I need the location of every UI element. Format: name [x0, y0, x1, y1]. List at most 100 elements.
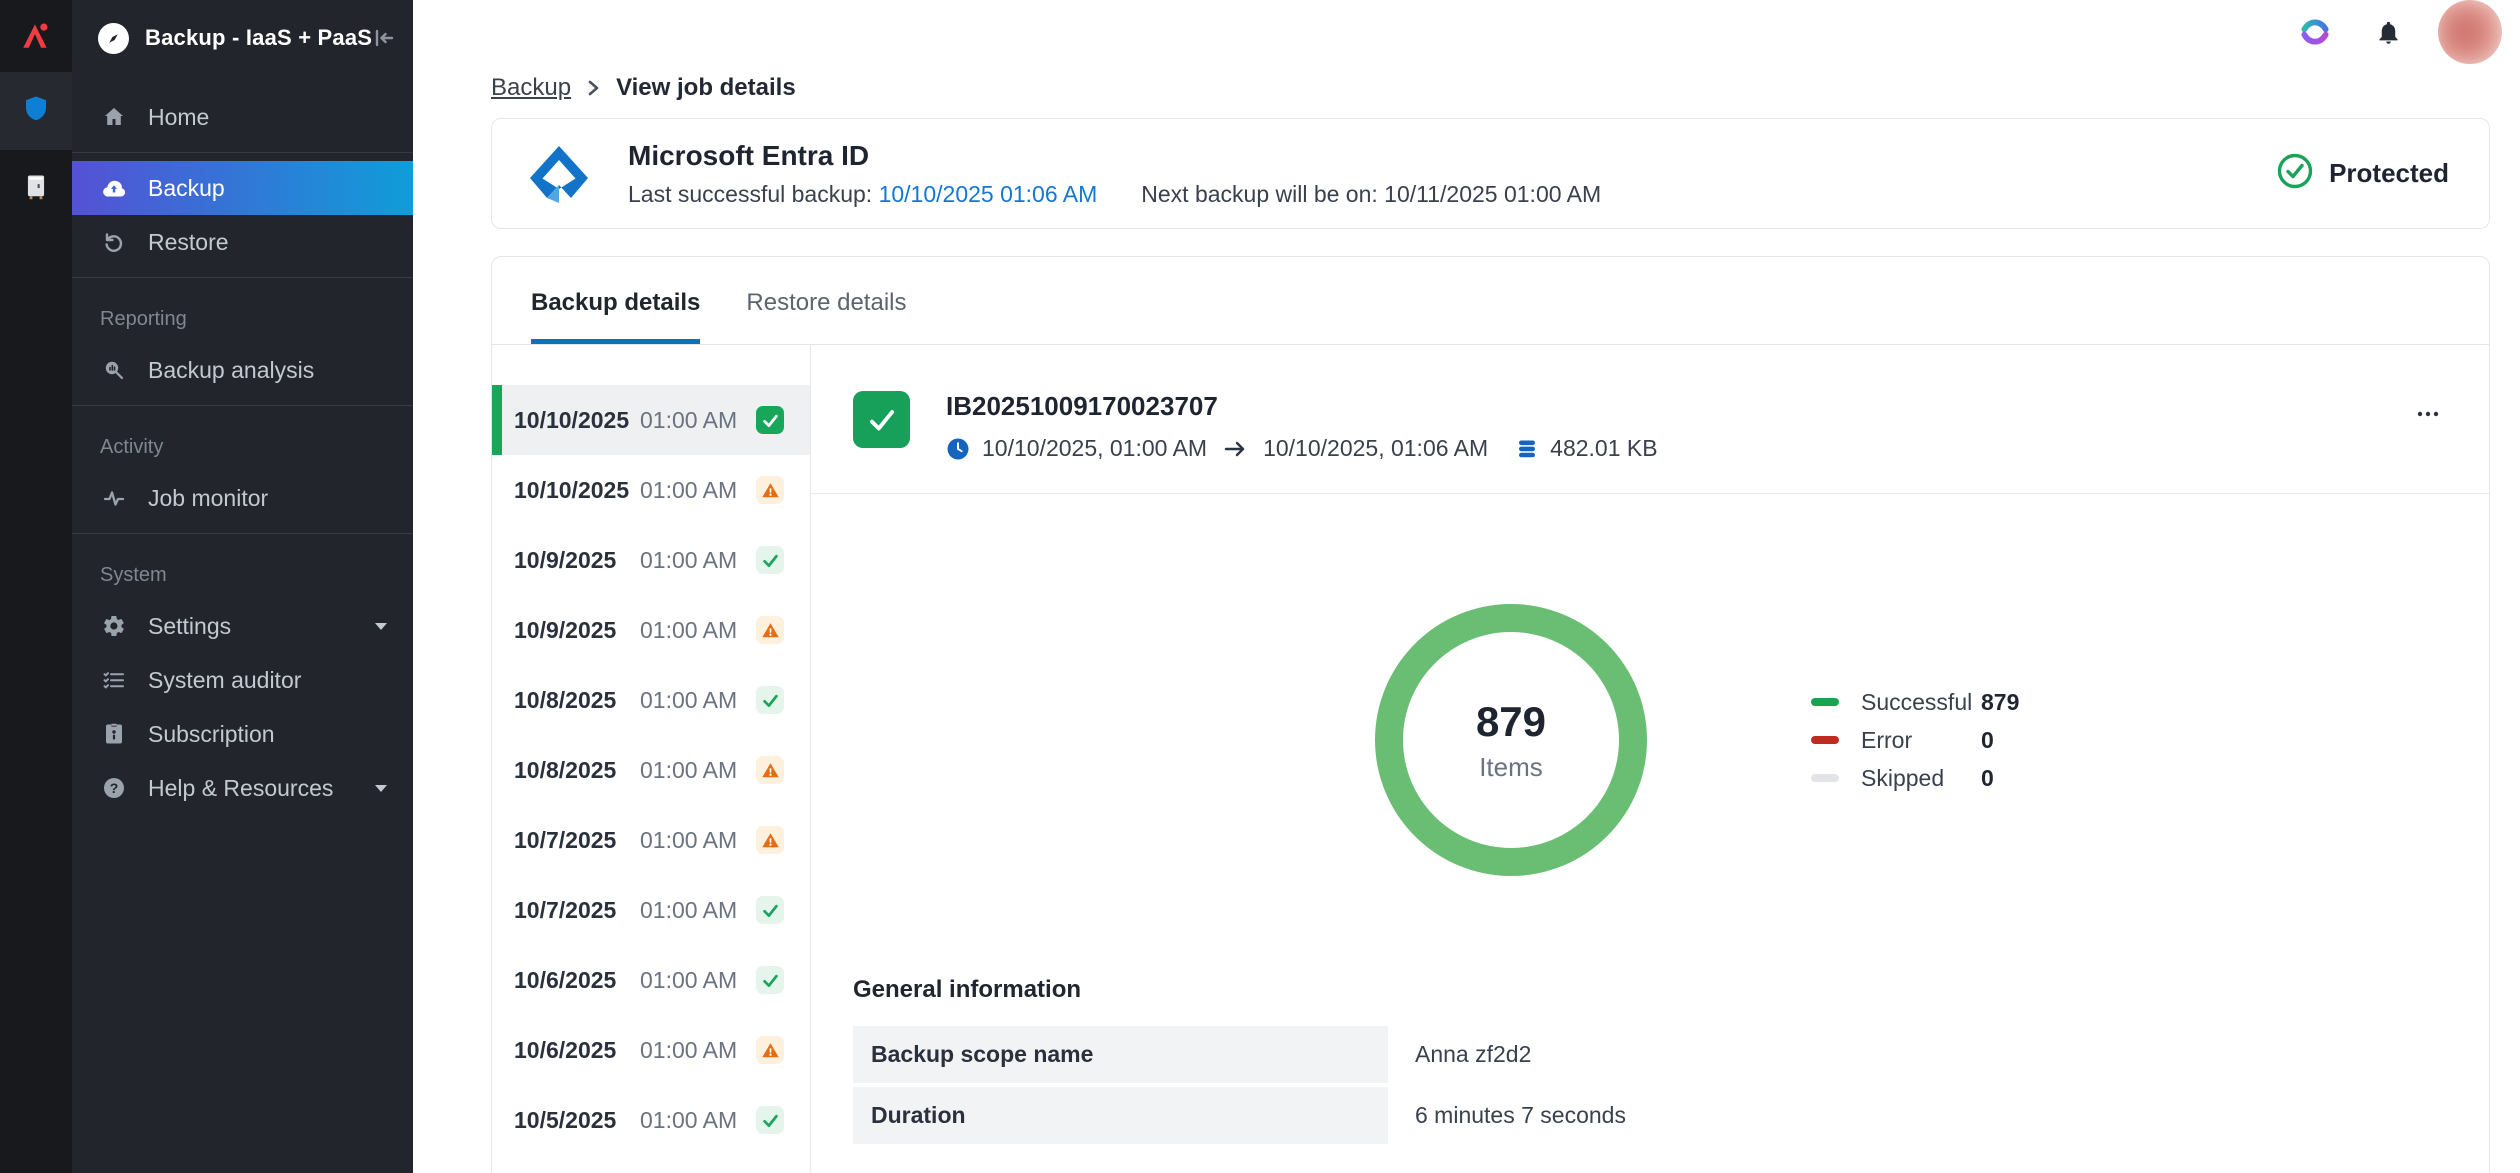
arrow-right-icon	[1223, 439, 1247, 459]
warning-status-icon	[756, 616, 784, 644]
job-list-item[interactable]: 10/9/2025 01:00 AM	[492, 595, 810, 665]
breadcrumb-backup-link[interactable]: Backup	[491, 74, 571, 102]
user-avatar[interactable]	[2438, 0, 2502, 64]
sidebar-item-label: System auditor	[148, 667, 301, 694]
rail-appliance-tile[interactable]	[0, 150, 72, 228]
last-backup-link[interactable]: 10/10/2025 01:06 AM	[879, 181, 1098, 207]
notifications-bell-icon[interactable]	[2375, 19, 2402, 46]
job-list: 10/10/2025 01:00 AM	[492, 345, 811, 1173]
server-icon	[22, 172, 50, 207]
donut-center: 879 Items	[1403, 632, 1619, 848]
protection-status-badge: Protected	[2276, 152, 2449, 195]
legend-item: Skipped 0	[1811, 759, 2019, 797]
job-date: 10/9/2025	[514, 547, 640, 574]
breadcrumb-current: View job details	[616, 74, 796, 102]
tab-restore-details[interactable]: Restore details	[746, 289, 906, 344]
app-title: Backup - IaaS + PaaS	[145, 25, 372, 51]
success-status-icon	[756, 546, 784, 574]
job-monitor-icon	[100, 486, 128, 510]
backup-analysis-icon	[100, 358, 128, 382]
cloud-backup-icon	[100, 175, 128, 201]
job-date: 10/9/2025	[514, 617, 640, 644]
sidebar-item-backup-analysis[interactable]: Backup analysis	[72, 343, 413, 397]
resource-meta: Last successful backup: 10/10/2025 01:06…	[628, 181, 1601, 208]
job-time: 01:00 AM	[640, 1037, 737, 1064]
chevron-down-icon	[373, 783, 389, 793]
kebab-menu-icon[interactable]	[2415, 401, 2441, 427]
job-time: 01:00 AM	[640, 477, 737, 504]
resource-header-text: Microsoft Entra ID Last successful backu…	[628, 140, 1601, 208]
breadcrumb: Backup View job details	[491, 74, 2490, 102]
job-list-item[interactable]: 10/10/2025 01:00 AM	[492, 455, 810, 525]
job-list-item[interactable]: 10/7/2025 01:00 AM	[492, 875, 810, 945]
tab-bar: Backup details Restore details	[492, 257, 2489, 345]
job-list-item[interactable]: 10/10/2025 01:00 AM	[492, 385, 810, 455]
success-status-icon	[756, 896, 784, 924]
job-end-time: 10/10/2025, 01:06 AM	[1263, 435, 1488, 462]
success-status-icon	[756, 966, 784, 994]
topbar	[413, 0, 2520, 64]
row-value: 6 minutes 7 seconds	[1388, 1087, 1626, 1144]
rail-protection-tile[interactable]	[0, 72, 72, 150]
chart-legend: Successful 879 Error 0	[1811, 683, 2019, 797]
tab-backup-details[interactable]: Backup details	[531, 289, 700, 344]
job-list-item[interactable]: 10/9/2025 01:00 AM	[492, 525, 810, 595]
table-row: Backup scope name Anna zf2d2	[853, 1026, 2445, 1083]
sidebar-item-restore[interactable]: Restore	[72, 215, 413, 269]
avatar-image	[2438, 0, 2502, 64]
sidebar-nav: Home Backup Restore Reporting	[72, 76, 413, 815]
row-value: Anna zf2d2	[1388, 1026, 1531, 1083]
job-time: 01:00 AM	[640, 827, 737, 854]
job-date: 10/6/2025	[514, 1037, 640, 1064]
job-date: 10/8/2025	[514, 687, 640, 714]
protected-check-icon	[2276, 152, 2314, 195]
job-list-item[interactable]: 10/8/2025 01:00 AM	[492, 735, 810, 805]
sidebar-item-home[interactable]: Home	[72, 90, 413, 144]
sidebar-divider	[72, 277, 413, 278]
legend-color-dash	[1811, 698, 1839, 706]
job-date: 10/10/2025	[514, 477, 640, 504]
job-list-item[interactable]: 10/7/2025 01:00 AM	[492, 805, 810, 875]
product-rail	[0, 0, 72, 1173]
sidebar-item-help-resources[interactable]: ? Help & Resources	[72, 761, 413, 815]
job-details-card: Backup details Restore details 10/10/202…	[491, 256, 2490, 1173]
job-list-item[interactable]: 10/8/2025 01:00 AM	[492, 665, 810, 735]
restore-icon	[100, 230, 128, 254]
legend-value: 0	[1981, 727, 1994, 754]
microsoft-entra-id-logo	[528, 143, 590, 205]
last-backup-label: Last successful backup:	[628, 181, 872, 207]
sidebar-item-subscription[interactable]: Subscription	[72, 707, 413, 761]
general-information-table: Backup scope name Anna zf2d2 Duration 6 …	[853, 1026, 2445, 1144]
detail-divider	[811, 493, 2489, 494]
protection-status-label: Protected	[2329, 158, 2449, 189]
next-backup-value: 10/11/2025 01:00 AM	[1384, 181, 1601, 207]
legend-value: 879	[1981, 689, 2019, 716]
sidebar-item-settings[interactable]: Settings	[72, 599, 413, 653]
ai-assistant-icon[interactable]	[2299, 16, 2331, 48]
legend-color-dash	[1811, 774, 1839, 782]
job-date: 10/5/2025	[514, 1107, 640, 1134]
sidebar-item-job-monitor[interactable]: Job monitor	[72, 471, 413, 525]
job-time: 01:00 AM	[640, 407, 737, 434]
collapse-sidebar-icon[interactable]	[372, 26, 396, 50]
sidebar-section-reporting: Reporting	[72, 286, 413, 343]
job-list-item[interactable]: 10/6/2025 01:00 AM	[492, 945, 810, 1015]
job-list-item[interactable]: 10/6/2025 01:00 AM	[492, 1015, 810, 1085]
home-icon	[100, 105, 128, 129]
warning-status-icon	[756, 756, 784, 784]
items-chart-section: 879 Items Successful 87	[811, 604, 2489, 876]
database-icon	[1516, 437, 1538, 461]
sidebar-item-system-auditor[interactable]: System auditor	[72, 653, 413, 707]
job-date: 10/7/2025	[514, 897, 640, 924]
donut-total-value: 879	[1476, 698, 1546, 746]
main-area: Backup View job details Microsoft Entra …	[413, 0, 2520, 1173]
sidebar-section-activity: Activity	[72, 414, 413, 471]
clock-icon	[946, 437, 970, 461]
table-row: Duration 6 minutes 7 seconds	[853, 1087, 2445, 1144]
sidebar-item-backup[interactable]: Backup	[72, 161, 413, 215]
sidebar-item-label: Home	[148, 104, 209, 131]
acronis-logo[interactable]	[0, 0, 72, 72]
job-time: 01:00 AM	[640, 897, 737, 924]
next-backup-label: Next backup will be on:	[1141, 181, 1378, 207]
job-list-item[interactable]: 10/5/2025 01:00 AM	[492, 1085, 810, 1155]
